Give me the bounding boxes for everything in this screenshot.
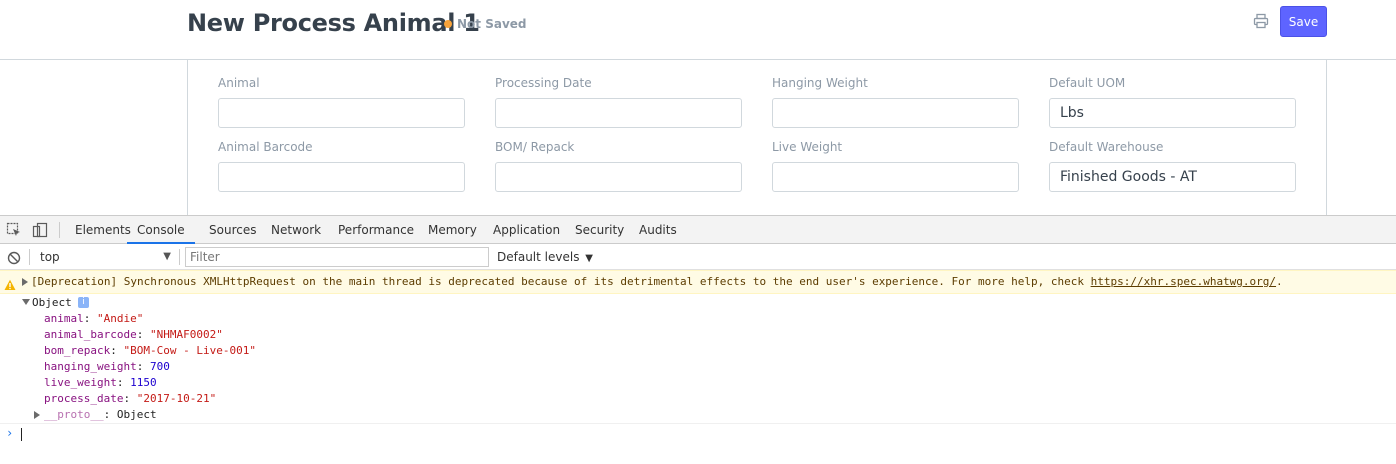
animal-barcode-input[interactable] (218, 162, 465, 192)
field-label: Animal Barcode (218, 140, 313, 154)
console-toolbar: top ▼ Default levels ▼ (0, 244, 1396, 270)
field-default-uom: Default UOM (1049, 76, 1296, 128)
field-live-weight: Live Weight (772, 140, 1019, 192)
text-cursor (21, 428, 22, 441)
animal-input[interactable] (218, 98, 465, 128)
warning-text: [Deprecation] Synchronous XMLHttpRequest… (31, 275, 1283, 288)
tab-elements[interactable]: Elements (75, 216, 131, 244)
object-proto-row[interactable]: __proto__: Object (0, 407, 200, 423)
field-label: Processing Date (495, 76, 592, 90)
info-icon[interactable]: i (78, 297, 89, 308)
toolbar-divider (179, 249, 180, 265)
tab-audits[interactable]: Audits (639, 216, 677, 244)
field-label: Default Warehouse (1049, 140, 1164, 154)
status-dot-icon (444, 20, 452, 28)
property-key: live_weight (44, 376, 117, 389)
default-warehouse-input[interactable] (1049, 162, 1296, 192)
object-label: Object (32, 296, 72, 309)
warning-icon (4, 276, 16, 290)
property-key: animal (44, 312, 84, 325)
toolbar-divider (29, 249, 30, 265)
property-value: "NHMAF0002" (149, 328, 223, 341)
property-value: 1150 (130, 376, 157, 389)
field-label: Hanging Weight (772, 76, 868, 90)
toolbar-divider (59, 222, 60, 238)
expand-triangle-icon[interactable] (34, 411, 40, 419)
inspect-element-icon[interactable] (6, 222, 22, 238)
console-filter-input[interactable] (185, 247, 489, 267)
console-warning-message: [Deprecation] Synchronous XMLHttpRequest… (0, 270, 1396, 294)
field-default-warehouse: Default Warehouse (1049, 140, 1296, 192)
console-prompt[interactable]: › (0, 423, 1396, 443)
proto-key: __proto__ (44, 408, 104, 421)
context-value: top (40, 250, 60, 264)
tab-memory[interactable]: Memory (428, 216, 477, 244)
dropdown-arrow-icon: ▼ (163, 251, 171, 262)
field-label: BOM/ Repack (495, 140, 575, 154)
devtools-tabbar: Elements Console Sources Network Perform… (0, 216, 1396, 244)
field-label: Live Weight (772, 140, 843, 154)
field-hanging-weight: Hanging Weight (772, 76, 1019, 128)
warning-link[interactable]: https://xhr.spec.whatwg.org/ (1091, 275, 1276, 288)
property-value: "BOM-Cow - Live-001" (123, 344, 256, 357)
warning-suffix: . (1276, 275, 1283, 288)
app-page: New Process Animal 1 Not Saved Save Anim… (0, 0, 1396, 215)
field-bom-repack: BOM/ Repack (495, 140, 742, 192)
property-key: process_date (44, 392, 124, 405)
property-value: 700 (149, 360, 170, 373)
form-panel: Animal Processing Date Hanging Weight De… (187, 60, 1327, 215)
tab-performance[interactable]: Performance (338, 216, 414, 244)
processing-date-input[interactable] (495, 98, 742, 128)
property-key: hanging_weight (44, 360, 137, 373)
clear-console-icon[interactable] (7, 250, 21, 265)
prompt-chevron-icon: › (6, 426, 14, 440)
bom-repack-input[interactable] (495, 162, 742, 192)
object-log-header[interactable]: Object i (0, 295, 300, 311)
save-button[interactable]: Save (1280, 6, 1327, 37)
tab-sources[interactable]: Sources (209, 216, 256, 244)
tab-console[interactable]: Console (127, 216, 195, 244)
default-uom-input[interactable] (1049, 98, 1296, 128)
log-levels-label: Default levels (497, 250, 580, 264)
dropdown-arrow-icon: ▼ (585, 253, 593, 264)
hanging-weight-input[interactable] (772, 98, 1019, 128)
page-title: New Process Animal 1 (187, 9, 480, 37)
devtools-panel: Elements Console Sources Network Perform… (0, 215, 1396, 464)
property-key: animal_barcode (44, 328, 137, 341)
field-processing-date: Processing Date (495, 76, 742, 128)
field-animal: Animal (218, 76, 465, 128)
field-animal-barcode: Animal Barcode (218, 140, 465, 192)
field-label: Animal (218, 76, 260, 90)
page-header: New Process Animal 1 Not Saved Save (0, 0, 1396, 60)
log-levels-select[interactable]: Default levels ▼ (497, 248, 593, 268)
property-key: bom_repack (44, 344, 111, 357)
tab-network[interactable]: Network (271, 216, 321, 244)
field-label: Default UOM (1049, 76, 1126, 90)
warning-message: [Deprecation] Synchronous XMLHttpRequest… (31, 275, 1091, 288)
expand-triangle-icon[interactable] (22, 278, 28, 286)
tab-application[interactable]: Application (493, 216, 560, 244)
status-label: Not Saved (457, 17, 527, 31)
print-icon[interactable] (1253, 13, 1273, 33)
device-toolbar-icon[interactable] (32, 222, 48, 238)
live-weight-input[interactable] (772, 162, 1019, 192)
tab-security[interactable]: Security (575, 216, 624, 244)
proto-value: Object (116, 408, 157, 421)
status-indicator: Not Saved (444, 17, 527, 31)
collapse-triangle-icon[interactable] (22, 299, 30, 305)
property-value: "2017-10-21" (136, 392, 217, 405)
context-select[interactable]: top ▼ (35, 248, 175, 266)
property-value: "Andie" (97, 312, 144, 325)
